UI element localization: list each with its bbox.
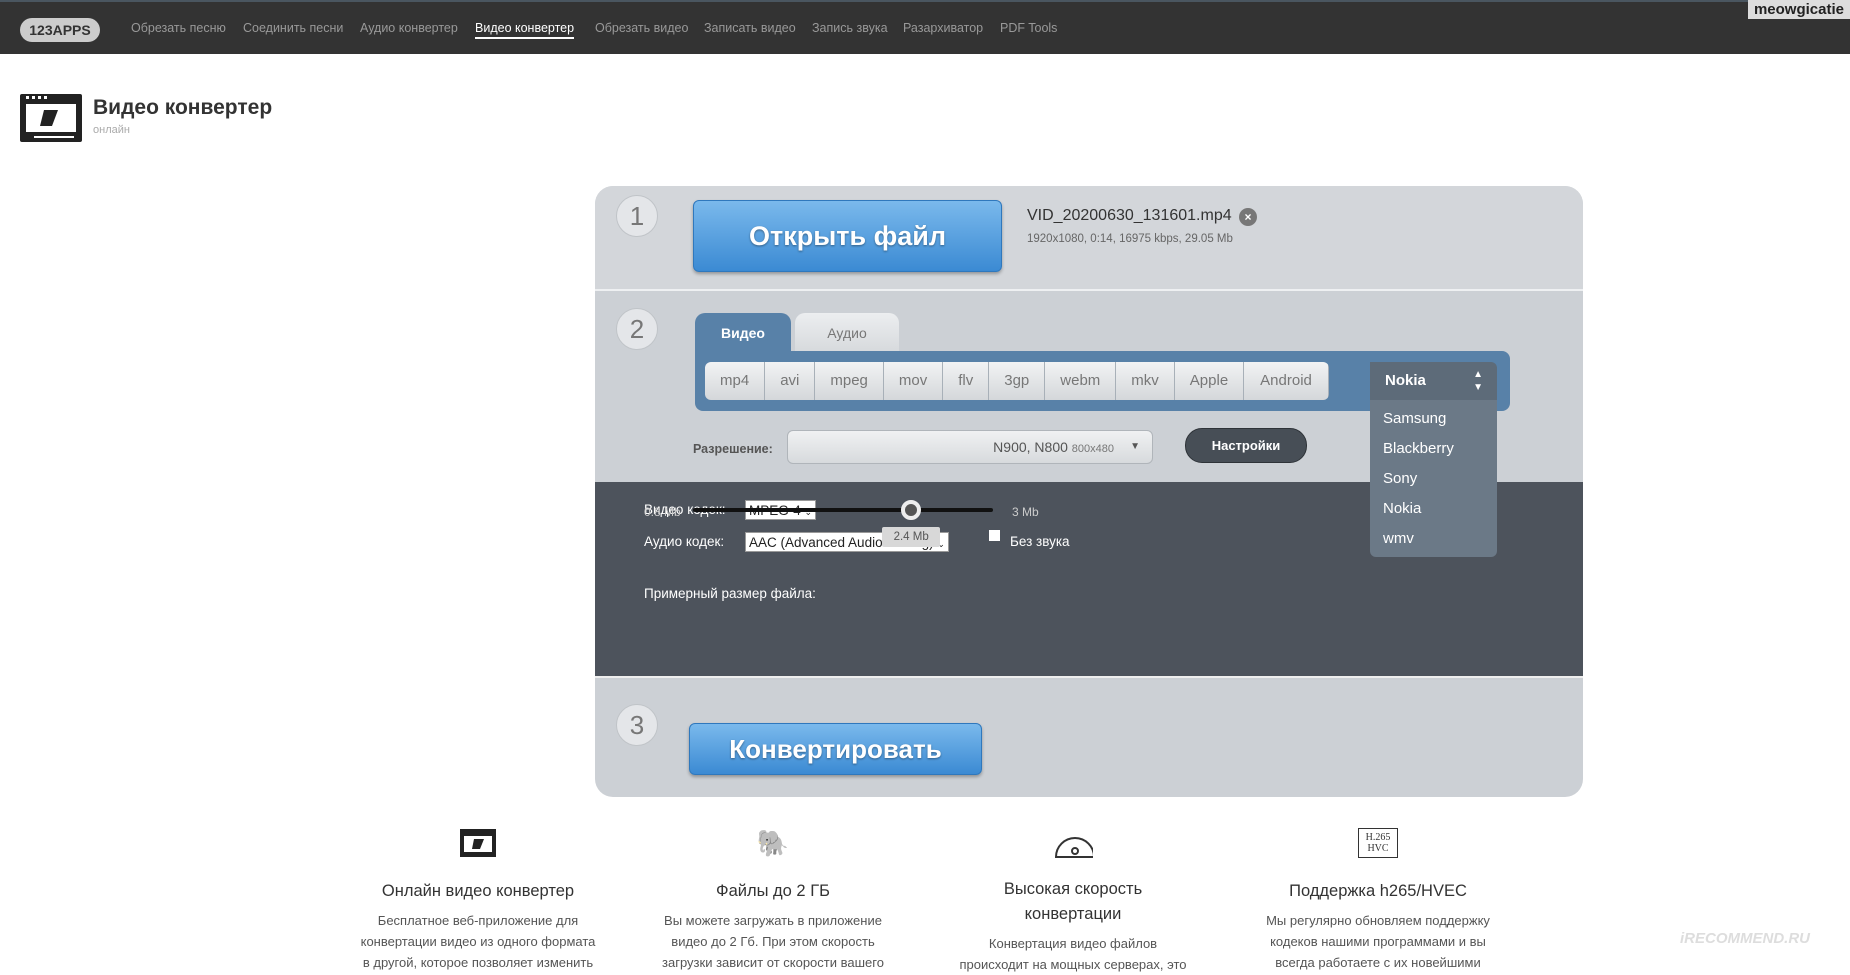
format-list: mp4 avi mpeg mov flv 3gp webm mkv Apple … [705,362,1329,400]
top-nav: 123APPS Обрезать песню Соединить песни А… [0,0,1850,54]
sort-arrows-icon: ▲ ▼ [1473,369,1483,393]
nav-join-songs[interactable]: Соединить песни [243,21,343,35]
elephant-icon: 🐘 [756,827,790,858]
feature-text: Мы регулярно обновляем поддержку [1266,913,1490,928]
nav-pdf-tools[interactable]: PDF Tools [1000,21,1057,35]
step-number: 3 [616,704,658,746]
resolution-value: N900, N800 [993,439,1068,455]
feature-text: конвертации видео из одного формата [360,934,596,949]
logo[interactable]: 123APPS [20,18,100,42]
remove-file-icon[interactable]: × [1239,208,1257,226]
feature-online: Онлайн видео конвертер Бесплатное веб-пр… [328,825,628,973]
format-mov[interactable]: mov [883,362,944,400]
file-size-slider[interactable] [693,508,993,512]
format-apple[interactable]: Apple [1174,362,1245,400]
dropdown-item-sony[interactable]: Sony [1383,470,1417,487]
feature-text: Бесплатное веб-приложение для [377,913,579,928]
feature-text: происходит на мощных серверах, это [959,957,1187,972]
resolution-size: 800x480 [1071,443,1114,455]
nav-record-video[interactable]: Записать видео [704,21,796,35]
device-dropdown-menu: Samsung Blackberry Sony Nokia wmv [1370,400,1497,557]
feature-text: кодеков нашими программами и вы [1270,934,1486,949]
size-min: 0.8 Mb [644,505,681,519]
format-mp4[interactable]: mp4 [705,362,766,400]
audio-codec-label: Аудио кодек: [644,534,725,549]
dropdown-item-samsung[interactable]: Samsung [1383,410,1446,427]
step-number: 2 [616,308,658,350]
feature-text: всегда работаете с их новейшими [1275,955,1481,970]
nav-video-converter[interactable]: Видео конвертер [475,21,575,39]
feature-file-size: 🐘 Файлы до 2 ГБ Вы можете загружать в пр… [623,825,923,973]
format-3gp[interactable]: 3gp [989,362,1046,400]
convert-button[interactable]: Конвертировать [689,723,982,775]
chevron-down-icon: ▼ [1130,441,1140,452]
tab-video[interactable]: Видео [695,313,791,353]
step-number: 1 [616,195,658,237]
dropdown-item-blackberry[interactable]: Blackberry [1383,440,1454,457]
open-file-button[interactable]: Открыть файл [693,200,1002,272]
converter-panel: 1 Открыть файл VID_20200630_131601.mp4 ×… [595,186,1583,797]
file-size-label: Примерный размер файла: [644,586,816,601]
feature-text: в другой, которое позволяет изменить [362,955,594,970]
nav-audio-converter[interactable]: Аудио конвертер [360,21,458,35]
step-1: 1 Открыть файл VID_20200630_131601.mp4 ×… [595,186,1583,291]
nav-cut-video[interactable]: Обрезать видео [595,21,688,35]
format-flv[interactable]: flv [943,362,990,400]
dropdown-item-wmv[interactable]: wmv [1383,530,1414,547]
feature-title: Онлайн видео конвертер [381,882,575,900]
feature-text: Конвертация видео файлов [988,936,1158,951]
format-mkv[interactable]: mkv [1116,362,1175,400]
feature-text: Вы можете загружать в приложение [664,913,882,928]
page-subtitle: онлайн [93,124,130,136]
nav-record-audio[interactable]: Запись звука [812,21,888,35]
feature-speed: Высокая скорость конвертации Конвертация… [923,825,1223,975]
settings-button[interactable]: Настройки [1185,428,1307,463]
dropdown-item-nokia[interactable]: Nokia [1383,500,1421,517]
format-mpeg[interactable]: mpeg [815,362,884,400]
size-max: 3 Mb [1012,505,1039,519]
file-name: VID_20200630_131601.mp4 [1027,207,1232,224]
format-avi[interactable]: avi [765,362,816,400]
device-dropdown[interactable]: Nokia ▲ ▼ [1370,362,1497,400]
film-icon [458,825,498,861]
mute-checkbox[interactable] [989,530,1000,541]
feature-h265: H.265 HVC Поддержка h265/HVEC Мы регуляр… [1228,825,1528,973]
file-meta: 1920x1080, 0:14, 16975 kbps, 29.05 Mb [1027,233,1233,245]
h265-icon: H.265 HVC [1358,825,1398,861]
resolution-select[interactable]: N900, N800 800x480 ▼ [787,430,1153,464]
recommend-watermark: iRECOMMEND.RU [1680,930,1810,947]
format-android[interactable]: Android [1244,362,1329,400]
format-webm[interactable]: webm [1045,362,1117,400]
size-tooltip: 2.4 Mb [882,527,941,547]
feature-text: видео до 2 Гб. При этом скорость [671,934,875,949]
feature-text: загрузки зависит от скорости вашего [662,955,884,970]
mute-label: Без звука [1010,534,1070,549]
feature-title: Файлы до 2 ГБ [716,882,830,900]
tab-audio[interactable]: Аудио [795,313,899,353]
feature-title: Поддержка h265/HVEC [1289,882,1467,900]
watermark: meowgicatie [1747,0,1850,19]
video-converter-icon [20,94,82,142]
nav-unarchiver[interactable]: Разархиватор [903,21,983,35]
feature-title: Высокая скорость конвертации [1003,880,1143,923]
speedometer-icon [1053,825,1093,861]
device-selected: Nokia [1385,372,1426,389]
nav-cut-song[interactable]: Обрезать песню [131,21,226,35]
resolution-label: Разрешение: [693,442,773,456]
page-title: Видео конвертер [93,96,273,119]
